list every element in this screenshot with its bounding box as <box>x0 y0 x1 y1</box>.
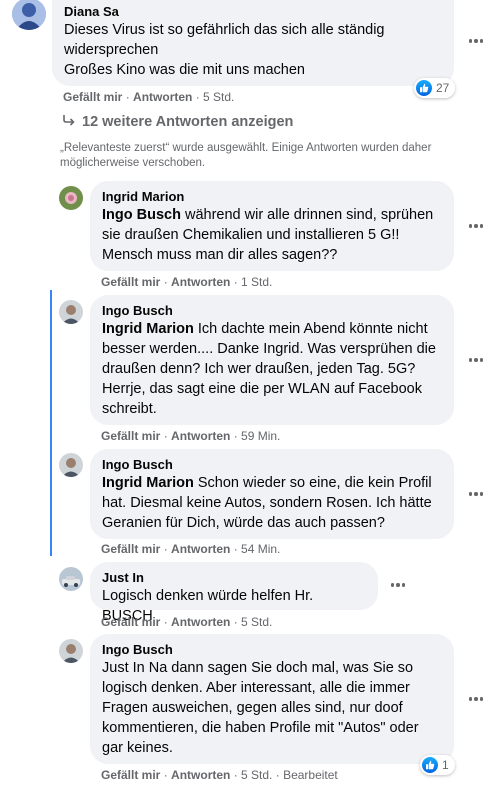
like-reaction-icon <box>416 80 432 96</box>
comment-bubble-ingo-1: Ingo Busch Ingrid Marion Ich dachte mein… <box>90 295 454 425</box>
avatar-ingrid-image <box>59 186 83 210</box>
comment-text-line: Dieses Virus ist so gefährlich das sich … <box>64 22 385 38</box>
reply-button[interactable]: Antworten <box>171 275 230 289</box>
thread-indicator-line <box>50 290 52 556</box>
comment-text-line: Großes Kino was die mit uns machen <box>64 62 305 78</box>
comment-bubble-diana: Diana Sa Dieses Virus ist so gefährlich … <box>52 0 454 86</box>
comment-actions: Gefällt mir · Antworten · 54 Min. <box>101 542 281 556</box>
more-replies-label: 12 weitere Antworten anzeigen <box>82 114 294 130</box>
comment-actions: Gefällt mir · Antworten · 5 Std. <box>63 90 235 104</box>
avatar-justin-image <box>59 567 83 591</box>
reply-button[interactable]: Antworten <box>171 542 230 556</box>
comment-timestamp[interactable]: 54 Min. <box>241 542 280 556</box>
like-button[interactable]: Gefällt mir <box>101 429 160 443</box>
comment-actions: Gefällt mir · Antworten · 1 Std. <box>101 275 273 289</box>
avatar-ingo-image <box>59 639 83 663</box>
edited-label[interactable]: Bearbeitet <box>283 768 338 782</box>
avatar-ingo-image <box>59 300 83 324</box>
comment-actions: Gefällt mir · Antworten · 59 Min. <box>101 429 281 443</box>
comment-actions: Gefällt mir · Antworten · 5 Std. · Bearb… <box>101 768 338 782</box>
comment-author[interactable]: Ingrid Marion <box>102 189 442 205</box>
like-reaction-icon <box>422 757 438 773</box>
reaction-summary[interactable]: 1 <box>420 755 455 775</box>
comment-text: Ingrid Marion Schon wieder so eine, die … <box>102 473 442 533</box>
mention-link[interactable]: Ingo Busch <box>102 207 181 223</box>
relevance-note: „Relevanteste zuerst“ wurde ausgewählt. … <box>60 142 432 169</box>
comment-bubble-justin: Just In Logisch denken würde helfen Hr. … <box>90 562 378 624</box>
avatar-ingo[interactable] <box>59 639 83 663</box>
comment-timestamp[interactable]: 59 Min. <box>241 429 280 443</box>
more-options-icon[interactable] <box>384 575 412 595</box>
avatar-ingrid[interactable] <box>59 186 83 210</box>
comment-author[interactable]: Ingo Busch <box>102 303 442 319</box>
comment-timestamp[interactable]: 5 Std. <box>203 90 234 104</box>
comment-timestamp[interactable]: 1 Std. <box>241 275 272 289</box>
reply-button[interactable]: Antworten <box>171 615 230 629</box>
reply-button[interactable]: Antworten <box>171 429 230 443</box>
more-options-icon[interactable] <box>462 350 484 370</box>
like-button[interactable]: Gefällt mir <box>101 768 160 782</box>
like-button[interactable]: Gefällt mir <box>101 275 160 289</box>
comment-author[interactable]: Just In <box>102 570 366 586</box>
comment-text: Ingo Busch während wir alle drinnen sind… <box>102 205 442 265</box>
reaction-count: 27 <box>436 81 450 95</box>
reply-button[interactable]: Antworten <box>171 768 230 782</box>
mention-link[interactable]: Ingrid Marion <box>102 475 194 491</box>
avatar-ingo[interactable] <box>59 300 83 324</box>
comment-body: Just In Na dann sagen Sie doch mal, was … <box>102 660 419 756</box>
more-options-icon[interactable] <box>462 484 484 504</box>
mention-link[interactable]: Ingrid Marion <box>102 321 194 337</box>
comment-actions: Gefällt mir · Antworten · 5 Std. <box>101 615 273 629</box>
avatar-ingo-image <box>59 453 83 477</box>
like-button[interactable]: Gefällt mir <box>101 542 160 556</box>
avatar-diana-image <box>12 0 46 30</box>
comment-author[interactable]: Ingo Busch <box>102 642 442 658</box>
more-options-icon[interactable] <box>462 31 484 51</box>
reply-arrow-icon <box>62 113 76 131</box>
avatar-justin[interactable] <box>59 567 83 591</box>
comment-timestamp[interactable]: 5 Std. <box>241 615 272 629</box>
comment-timestamp[interactable]: 5 Std. <box>241 768 272 782</box>
like-button[interactable]: Gefällt mir <box>63 90 122 104</box>
comment-author[interactable]: Ingo Busch <box>102 457 442 473</box>
more-options-icon[interactable] <box>462 689 484 709</box>
comment-text: Ingrid Marion Ich dachte mein Abend könn… <box>102 319 442 419</box>
comment-bubble-ingo-2: Ingo Busch Ingrid Marion Schon wieder so… <box>90 449 454 539</box>
avatar-ingo[interactable] <box>59 453 83 477</box>
more-options-icon[interactable] <box>462 216 484 236</box>
comment-author[interactable]: Diana Sa <box>64 4 442 20</box>
reply-button[interactable]: Antworten <box>133 90 192 104</box>
avatar-diana[interactable] <box>12 0 46 30</box>
reaction-summary[interactable]: 27 <box>414 78 456 98</box>
reaction-count: 1 <box>442 758 449 772</box>
more-replies-link[interactable]: 12 weitere Antworten anzeigen <box>62 113 293 131</box>
comment-text-line: widersprechen <box>64 42 159 58</box>
like-button[interactable]: Gefällt mir <box>101 615 160 629</box>
comment-bubble-ingo-3: Ingo Busch Just In Na dann sagen Sie doc… <box>90 634 454 764</box>
comment-bubble-ingrid: Ingrid Marion Ingo Busch während wir all… <box>90 181 454 271</box>
